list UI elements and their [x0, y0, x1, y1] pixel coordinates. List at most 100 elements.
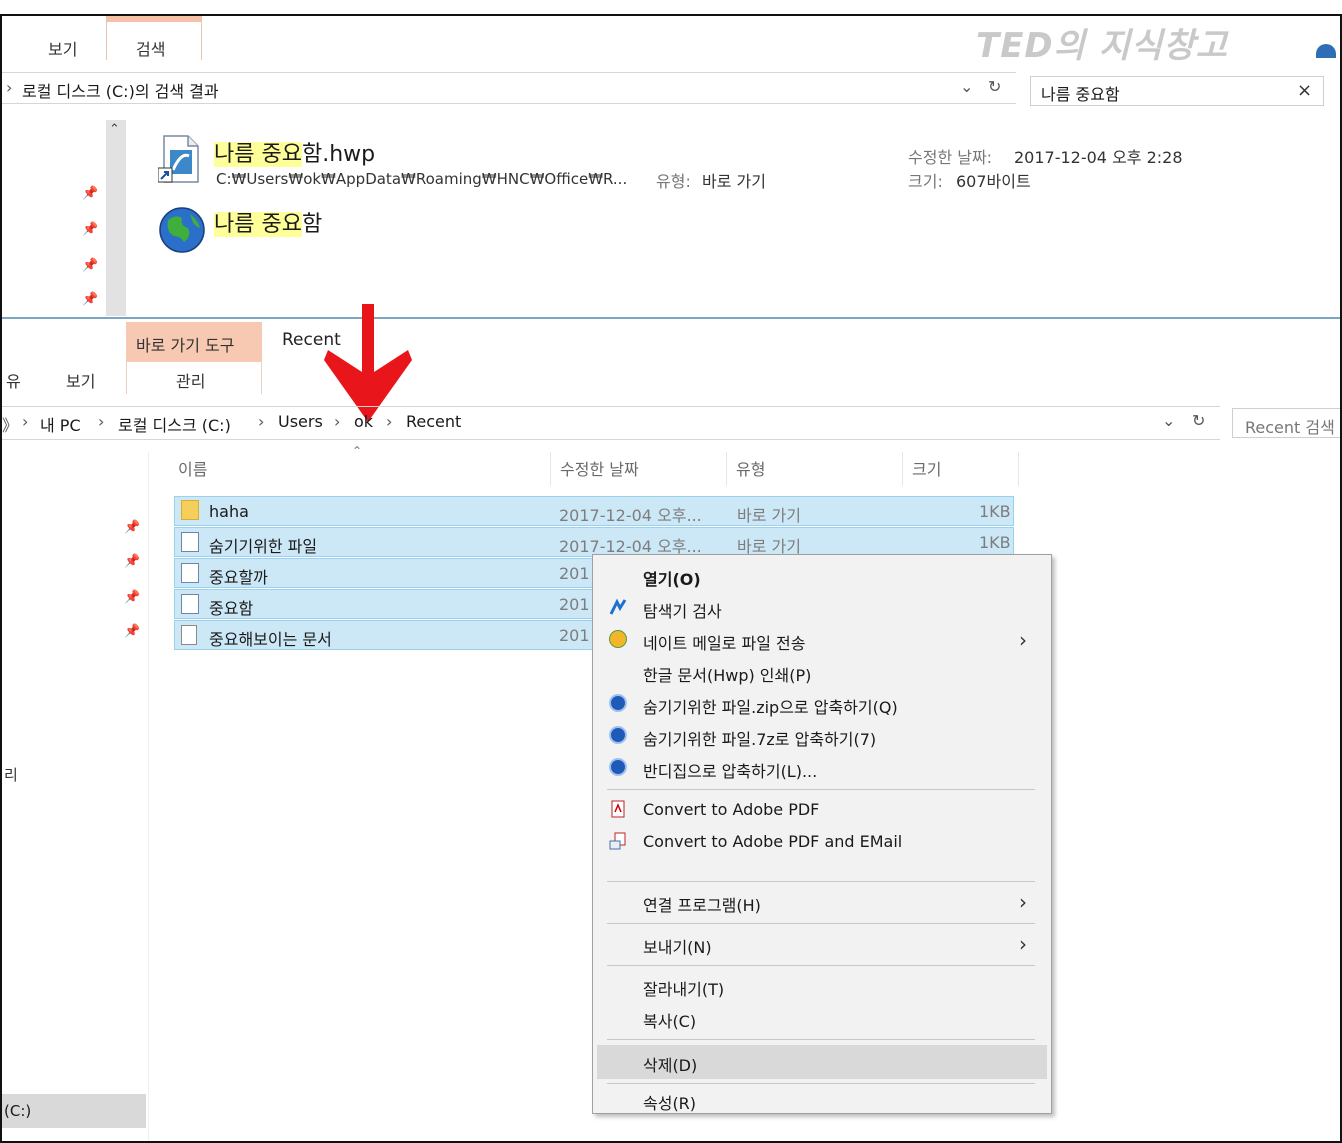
file-name: haha [209, 502, 249, 521]
nav-item-label: (C:) [4, 1102, 32, 1120]
result-name-hwp[interactable]: 나름 중요함.hwp [214, 136, 375, 168]
file-name: 중요해보이는 문서 [209, 630, 332, 649]
file-name: 중요할까 [209, 568, 268, 587]
result-name-url[interactable]: 나름 중요함 [214, 206, 322, 238]
breadcrumb-recent[interactable]: Recent [406, 412, 461, 431]
file-date: 201 [559, 564, 590, 583]
context-tab-shortcut-tools[interactable]: 바로 가기 도구 [126, 322, 262, 362]
document-icon [181, 625, 197, 645]
search-input-bottom[interactable]: Recent 검색 [1232, 408, 1340, 438]
menu-item-7z[interactable]: 숨기기위한 파일.7z로 압축하기(7) [593, 721, 1051, 751]
nate-mail-icon [609, 630, 627, 648]
menu-item-cut[interactable]: 잘라내기(T) [593, 971, 1051, 1001]
pin-icon: 📌 [82, 186, 99, 201]
menu-item-properties[interactable]: 속성(R) [593, 1087, 1051, 1113]
hwp-shortcut-icon [181, 594, 199, 614]
folder-shortcut-icon [181, 500, 199, 520]
column-separator [902, 452, 903, 486]
menu-item-label: Convert to Adobe PDF [643, 800, 820, 819]
bandizip-icon [609, 726, 627, 744]
hwp-shortcut-icon[interactable] [157, 134, 202, 184]
pin-icon: 📌 [82, 258, 99, 273]
submenu-arrow-icon: › [1019, 932, 1027, 956]
breadcrumb-ok[interactable]: ok [354, 412, 373, 431]
address-bar-top[interactable]: › 로컬 디스크 (C:)의 검색 결과 ⌄ ↻ [2, 72, 1016, 104]
menu-item-bandizip[interactable]: 반디집으로 압축하기(L)... [593, 753, 1051, 783]
menu-item-label: 속성(R) [643, 1094, 697, 1113]
nav-fragment[interactable]: 리 [4, 764, 18, 785]
bandizip-icon [609, 758, 627, 776]
breadcrumb-users[interactable]: Users [278, 412, 323, 431]
pin-icon: 📌 [124, 624, 141, 639]
pin-icon: 📌 [124, 520, 141, 535]
column-separator [726, 452, 727, 486]
hwp-shortcut-icon [181, 532, 199, 552]
breadcrumb-my-pc[interactable]: 내 PC [40, 412, 81, 436]
menu-item-label: Convert to Adobe PDF and EMail [643, 832, 903, 851]
tab-view-top[interactable]: 보기 [48, 36, 77, 60]
menu-item-label: 숨기기위한 파일.7z로 압축하기(7) [643, 730, 877, 749]
menu-item-send-to[interactable]: 보내기(N) › [593, 929, 1051, 959]
column-header-name[interactable]: 이름 [178, 456, 207, 480]
column-separator [550, 452, 551, 486]
context-tab-label: 바로 가기 도구 [136, 336, 235, 355]
search-input-top[interactable]: 나름 중요함 × [1030, 76, 1324, 106]
menu-separator [607, 1039, 1035, 1040]
scroll-up-icon[interactable]: ⌃ [109, 122, 120, 137]
menu-item-label: 연결 프로그램(H) [643, 896, 761, 915]
table-row[interactable]: 숨기기위한 파일 2017-12-04 오후... 바로 가기 1KB [174, 527, 1014, 557]
tab-view-bottom[interactable]: 보기 [66, 368, 95, 392]
nav-scrollbar-top[interactable]: ⌃ [106, 120, 126, 316]
column-header-date[interactable]: 수정한 날짜 [560, 456, 639, 480]
address-bar-bottom[interactable]: 》 › 내 PC › 로컬 디스크 (C:) › Users › ok › Re… [2, 406, 1220, 440]
menu-item-label: 네이트 메일로 파일 전송 [643, 634, 806, 653]
breadcrumb-sep: › [258, 412, 265, 431]
table-row[interactable]: haha 2017-12-04 오후... 바로 가기 1KB [174, 496, 1014, 526]
search-highlight: 나름 중요 [214, 212, 302, 237]
tab-manage[interactable]: 관리 [176, 368, 205, 392]
menu-item-open-with[interactable]: 연결 프로그램(H) › [593, 887, 1051, 917]
search-highlight: 나름 중요 [214, 142, 302, 167]
breadcrumb-sep: › [386, 412, 393, 431]
chevron-down-icon[interactable]: ⌄ [1162, 411, 1175, 430]
column-separator [1018, 452, 1019, 486]
refresh-icon[interactable]: ↻ [988, 77, 1001, 96]
menu-item-delete[interactable]: 삭제(D) [597, 1045, 1047, 1079]
menu-item-nate-mail[interactable]: 네이트 메일로 파일 전송 › [593, 625, 1051, 655]
chevron-down-icon[interactable]: ⌄ [960, 77, 973, 96]
menu-item-open[interactable]: 열기(O) [593, 561, 1051, 591]
globe-icon[interactable] [158, 206, 206, 254]
menu-item-convert-pdf-email[interactable]: Convert to Adobe PDF and EMail [593, 827, 1051, 857]
menu-item-explorer-scan[interactable]: 탐색기 검사 [593, 593, 1051, 623]
menu-item-label: 탐색기 검사 [643, 602, 722, 621]
menu-item-convert-pdf[interactable]: Convert to Adobe PDF [593, 795, 1051, 825]
menu-separator [607, 923, 1035, 924]
clear-search-icon[interactable]: × [1297, 80, 1312, 101]
result-path: C:₩Users₩ok₩AppData₩Roaming₩HNC₩Office₩R… [216, 170, 628, 188]
menu-item-copy[interactable]: 복사(C) [593, 1003, 1051, 1033]
file-name: 숨기기위한 파일 [209, 537, 318, 556]
file-size: 1KB [979, 533, 1011, 552]
help-icon[interactable] [1316, 44, 1336, 58]
column-header-type[interactable]: 유형 [736, 456, 765, 480]
nav-item-local-disk[interactable]: (C:) [2, 1094, 146, 1128]
file-type: 바로 가기 [737, 506, 801, 525]
menu-separator [607, 789, 1035, 790]
menu-item-label: 열기(O) [643, 570, 701, 589]
context-menu: 열기(O) 탐색기 검사 네이트 메일로 파일 전송 › 한글 문서(Hwp) … [592, 554, 1052, 1114]
pin-icon: 📌 [82, 222, 99, 237]
result-date-value: 2017-12-04 오후 2:28 [1014, 148, 1183, 167]
result-name-rest: 함 [301, 212, 323, 237]
sort-up-icon: ⌃ [352, 444, 363, 458]
bandizip-icon [609, 694, 627, 712]
pdf-icon [609, 800, 627, 818]
breadcrumb-local-disk[interactable]: 로컬 디스크 (C:) [118, 412, 231, 436]
menu-item-hwp-print[interactable]: 한글 문서(Hwp) 인쇄(P) [593, 657, 1051, 687]
menu-item-zip[interactable]: 숨기기위한 파일.zip으로 압축하기(Q) [593, 689, 1051, 719]
tab-search-top[interactable]: 검색 [136, 36, 165, 60]
tab-share[interactable]: 유 [6, 368, 21, 392]
column-header-size[interactable]: 크기 [912, 456, 941, 480]
menu-item-label: 복사(C) [643, 1012, 697, 1031]
refresh-icon[interactable]: ↻ [1192, 411, 1205, 430]
result-name-rest: 함.hwp [301, 142, 376, 167]
